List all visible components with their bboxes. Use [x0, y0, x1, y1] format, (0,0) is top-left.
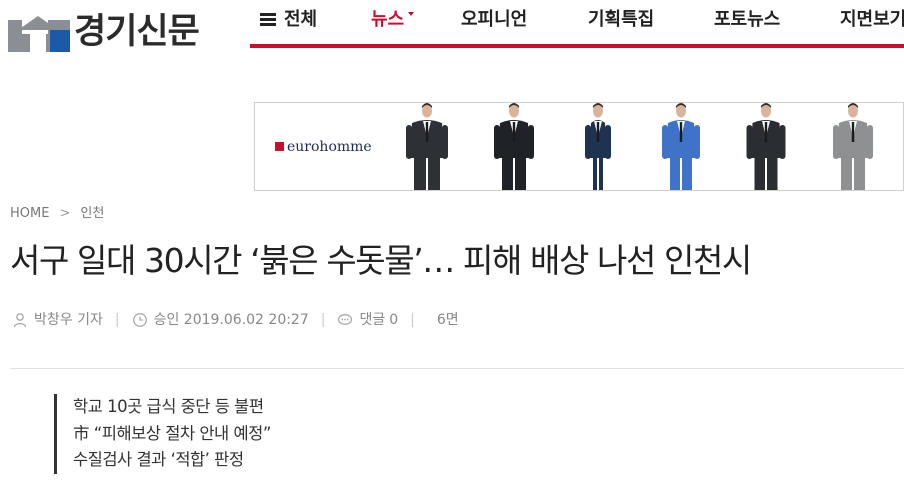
- nav-item-label: 지면보기: [840, 9, 904, 30]
- section-divider: [10, 368, 904, 369]
- nav-item-news[interactable]: 뉴스: [371, 8, 415, 32]
- site-logo[interactable]: 경기신문: [8, 10, 200, 54]
- suit-figure: [406, 103, 448, 190]
- suits-illustration: [406, 103, 873, 190]
- meta-author: 박창우 기자: [12, 310, 103, 330]
- caret-down-icon: [408, 12, 415, 16]
- comments-count: 0: [389, 312, 399, 328]
- nav-item-label: 포토뉴스: [714, 9, 781, 30]
- nav-item-opinion[interactable]: 오피니언: [461, 8, 527, 32]
- nav-item-label: 뉴스: [371, 9, 405, 30]
- page: 경기신문 전체 뉴스 오피니언 기획특집 포토뉴스 지면보기 eurohomme: [0, 0, 904, 499]
- suit-figure: [662, 103, 700, 190]
- suit-figure: [494, 103, 534, 190]
- comment-icon: [337, 312, 353, 328]
- breadcrumb-section[interactable]: 인천: [80, 206, 104, 221]
- nav-item-photo-news[interactable]: 포토뉴스: [714, 8, 780, 32]
- suit-figure: [585, 103, 611, 190]
- main-nav: 전체 뉴스 오피니언 기획특집 포토뉴스 지면보기: [250, 0, 904, 50]
- approved-label: 승인: [153, 312, 180, 328]
- nav-item-print-edition[interactable]: 지면보기: [840, 8, 904, 32]
- meta-divider: |: [410, 312, 415, 328]
- ad-banner[interactable]: eurohomme: [254, 102, 904, 191]
- suit-figure: [746, 103, 786, 190]
- nav-item-label: 기획특집: [588, 9, 655, 30]
- suit-figure: [833, 103, 873, 190]
- summary-line: 수질검사 결과 ‘적합’ 판정: [73, 450, 244, 469]
- user-icon: [12, 312, 28, 328]
- print-page: 6면: [436, 312, 459, 328]
- meta-approved: 승인 2019.06.02 20:27: [132, 310, 309, 330]
- summary-line: 학교 10곳 급식 중단 등 불편: [73, 397, 264, 416]
- breadcrumb: HOME > 인천: [10, 206, 104, 222]
- article-headline: 서구 일대 30시간 ‘붉은 수돗물’… 피해 배상 나선 인천시: [10, 241, 752, 280]
- comments-label: 댓글: [359, 312, 386, 328]
- logo-text: 경기신문: [74, 11, 200, 52]
- nav-item-all[interactable]: 전체: [260, 8, 317, 32]
- nav-underline: [250, 44, 904, 48]
- logo-mark-icon: [8, 12, 72, 52]
- nav-item-label: 전체: [284, 9, 318, 30]
- article-meta: 박창우 기자 | 승인 2019.06.02 20:27 | 댓글 0 | 6면: [12, 310, 459, 330]
- article-summary: 학교 10곳 급식 중단 등 불편 市 “피해보상 절차 안내 예정” 수질검사…: [54, 394, 271, 474]
- meta-divider: |: [320, 312, 326, 328]
- summary-line: 市 “피해보상 절차 안내 예정”: [73, 423, 271, 443]
- author-name: 박창우 기자: [34, 312, 103, 328]
- approved-date: 2019.06.02 20:27: [183, 312, 309, 328]
- breadcrumb-home[interactable]: HOME: [10, 206, 49, 221]
- nav-item-special[interactable]: 기획특집: [588, 8, 654, 32]
- breadcrumb-separator-icon: >: [59, 206, 71, 221]
- nav-item-label: 오피니언: [461, 9, 528, 30]
- meta-comments[interactable]: 댓글 0: [337, 310, 398, 330]
- meta-divider: |: [114, 312, 120, 328]
- hamburger-menu-icon: [260, 13, 276, 26]
- clock-icon: [132, 312, 148, 328]
